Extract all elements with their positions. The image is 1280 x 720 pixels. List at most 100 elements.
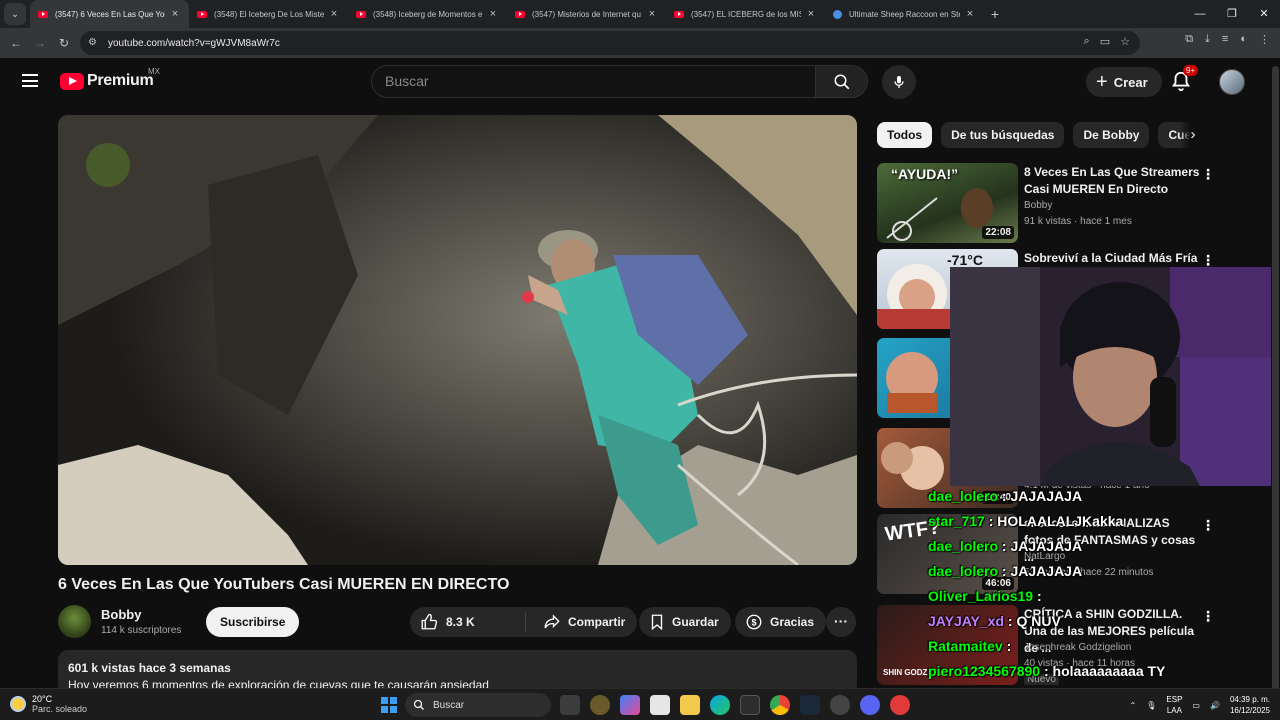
channel-avatar[interactable] <box>58 605 91 638</box>
video-thumbnail[interactable]: “AYUDA!” 22:08 <box>877 163 1018 243</box>
temperature: 20°C <box>32 694 53 704</box>
tab-search-button[interactable]: ⌄ <box>4 3 26 25</box>
bookmark-icon <box>651 614 663 631</box>
video-player[interactable] <box>58 115 857 565</box>
chevron-up-icon[interactable]: ⌃ <box>1130 701 1137 710</box>
search-icon <box>834 74 849 89</box>
like-button[interactable]: 8.3 K <box>410 612 526 632</box>
terminal-icon[interactable] <box>740 695 760 715</box>
search-input[interactable]: Buscar <box>371 65 816 98</box>
chat-message: dae_lolero : JAJAJAJA <box>928 563 1083 579</box>
maximize-button[interactable]: ❐ <box>1216 0 1248 28</box>
browser-tab[interactable]: (3547) 6 Veces En Las Que YouT × <box>30 0 189 28</box>
chip-from-channel[interactable]: De Bobby <box>1073 122 1150 148</box>
scrollbar-thumb[interactable] <box>1272 66 1279 706</box>
download-icon[interactable]: ⤓ <box>1205 33 1210 46</box>
app-icon[interactable] <box>890 695 910 715</box>
create-button[interactable]: + Crear <box>1086 67 1162 97</box>
close-tab-icon[interactable]: × <box>646 8 658 20</box>
recommendation-item[interactable]: “AYUDA!” 22:08 8 Veces En Las Que Stream… <box>877 163 1215 243</box>
site-info-icon[interactable]: ⚙ <box>88 38 100 48</box>
close-window-button[interactable]: ✕ <box>1248 0 1280 28</box>
thanks-button[interactable]: $ Gracias <box>735 607 827 637</box>
like-count: 8.3 K <box>446 615 475 629</box>
browser-extensions: ⧉ ⤓ ≡ ◐ ⋮ <box>1185 33 1270 46</box>
close-tab-icon[interactable]: × <box>805 8 817 20</box>
page-scrollbar[interactable] <box>1271 58 1280 706</box>
close-tab-icon[interactable]: × <box>964 8 976 20</box>
recommendation-channel[interactable]: Bobby <box>1024 200 1052 211</box>
account-avatar[interactable] <box>1219 69 1245 95</box>
chrome-icon[interactable] <box>770 695 790 715</box>
steam-icon <box>833 9 842 19</box>
browser-tab[interactable]: Ultimate Sheep Raccoon en Ste × <box>825 0 984 28</box>
obs-icon[interactable] <box>830 695 850 715</box>
chat-username: JAYJAY_xd <box>928 613 1005 629</box>
address-bar[interactable]: ⚙ youtube.com/watch?v=gWJVM8aWr7c ⌕ ▭ ☆ <box>80 31 1140 55</box>
copilot-icon[interactable] <box>620 695 640 715</box>
menu-icon[interactable] <box>22 74 38 87</box>
chat-message: Oliver_Larios19 : <box>928 588 1042 604</box>
reload-icon[interactable]: ↻ <box>52 36 76 50</box>
clock[interactable]: 04:39 p. m. 16/12/2025 <box>1230 694 1270 716</box>
windows-taskbar: 20°C Parc. soleado Buscar ⌃ 🎙 ESP LAA ▭ … <box>0 688 1280 720</box>
close-tab-icon[interactable]: × <box>487 8 499 20</box>
subscribe-button[interactable]: Suscribirse <box>206 607 300 637</box>
chat-message: Ratamaitev : <box>928 638 1012 654</box>
youtube-icon <box>38 10 48 18</box>
taskbar-search[interactable]: Buscar <box>405 693 551 717</box>
new-tab-button[interactable]: + <box>984 6 1006 22</box>
youtube-logo[interactable]: Premium MX <box>60 67 160 90</box>
browser-tab[interactable]: (3548) El Iceberg De Los Misteri × <box>189 0 348 28</box>
voice-search-button[interactable] <box>882 65 916 99</box>
search-button[interactable] <box>816 65 868 98</box>
youtube-icon <box>197 10 207 18</box>
more-actions-button[interactable]: ··· <box>826 607 856 637</box>
steam-icon[interactable] <box>800 695 820 715</box>
app-icon[interactable] <box>590 695 610 715</box>
reading-list-icon[interactable]: ≡ <box>1222 33 1228 46</box>
forward-icon[interactable]: → <box>28 36 52 50</box>
minimize-button[interactable]: — <box>1184 0 1216 28</box>
recommendation-title[interactable]: Sobreviví a la Ciudad Más Fría <box>1024 250 1200 267</box>
discord-icon[interactable] <box>860 695 880 715</box>
youtube-icon <box>356 10 366 18</box>
chevron-right-icon[interactable]: › <box>1180 122 1206 148</box>
share-button[interactable]: Compartir <box>533 607 638 637</box>
browser-menu-icon[interactable]: ⋮ <box>1259 33 1270 46</box>
store-icon[interactable] <box>650 695 670 715</box>
chip-all[interactable]: Todos <box>877 122 933 148</box>
back-icon[interactable]: ← <box>4 36 28 50</box>
browser-tab[interactable]: (3547) Misterios de Internet qu × <box>507 0 666 28</box>
omnibox-actions: ⌕ ▭ ☆ <box>1084 35 1130 48</box>
browser-tab[interactable]: (3548) Iceberg de Momentos e × <box>348 0 507 28</box>
file-explorer-icon[interactable] <box>680 695 700 715</box>
notifications-button[interactable]: 9+ <box>1170 65 1199 94</box>
chat-text: JAJAJAJA <box>1010 538 1083 554</box>
volume-icon[interactable]: 🔊 <box>1210 701 1220 710</box>
more-vert-icon[interactable]: ⋮ <box>1201 166 1215 183</box>
chip-from-searches[interactable]: De tus búsquedas <box>941 122 1065 148</box>
bookmark-star-icon[interactable]: ☆ <box>1120 35 1130 48</box>
language-indicator[interactable]: ESP LAA <box>1166 694 1182 716</box>
channel-name[interactable]: Bobby <box>101 607 141 622</box>
chat-username: dae_lolero <box>928 563 999 579</box>
browser-tab[interactable]: (3547) EL ICEBERG de los MISTE × <box>666 0 825 28</box>
zoom-icon[interactable]: ⌕ <box>1084 35 1090 48</box>
close-tab-icon[interactable]: × <box>328 8 340 20</box>
browser-tab-bar: ⌄ (3547) 6 Veces En Las Que YouT × (3548… <box>0 0 1280 28</box>
weather-widget[interactable]: 20°C Parc. soleado <box>10 694 87 714</box>
edge-icon[interactable] <box>710 695 730 715</box>
video-duration: 22:08 <box>982 226 1014 239</box>
extensions-icon[interactable]: ⧉ <box>1185 33 1193 46</box>
windows-start-icon[interactable] <box>381 697 397 713</box>
task-view-icon[interactable] <box>560 695 580 715</box>
recommendation-title[interactable]: 8 Veces En Las Que Streamers Casi MUEREN… <box>1024 164 1200 198</box>
cast-icon[interactable]: ▭ <box>1100 35 1110 48</box>
network-icon[interactable]: ▭ <box>1192 701 1200 710</box>
close-tab-icon[interactable]: × <box>169 8 181 20</box>
dollar-icon: $ <box>746 614 762 630</box>
microphone-icon[interactable]: 🎙 <box>1146 701 1156 710</box>
save-button[interactable]: Guardar <box>639 607 731 637</box>
profile-icon[interactable]: ◐ <box>1240 33 1247 46</box>
